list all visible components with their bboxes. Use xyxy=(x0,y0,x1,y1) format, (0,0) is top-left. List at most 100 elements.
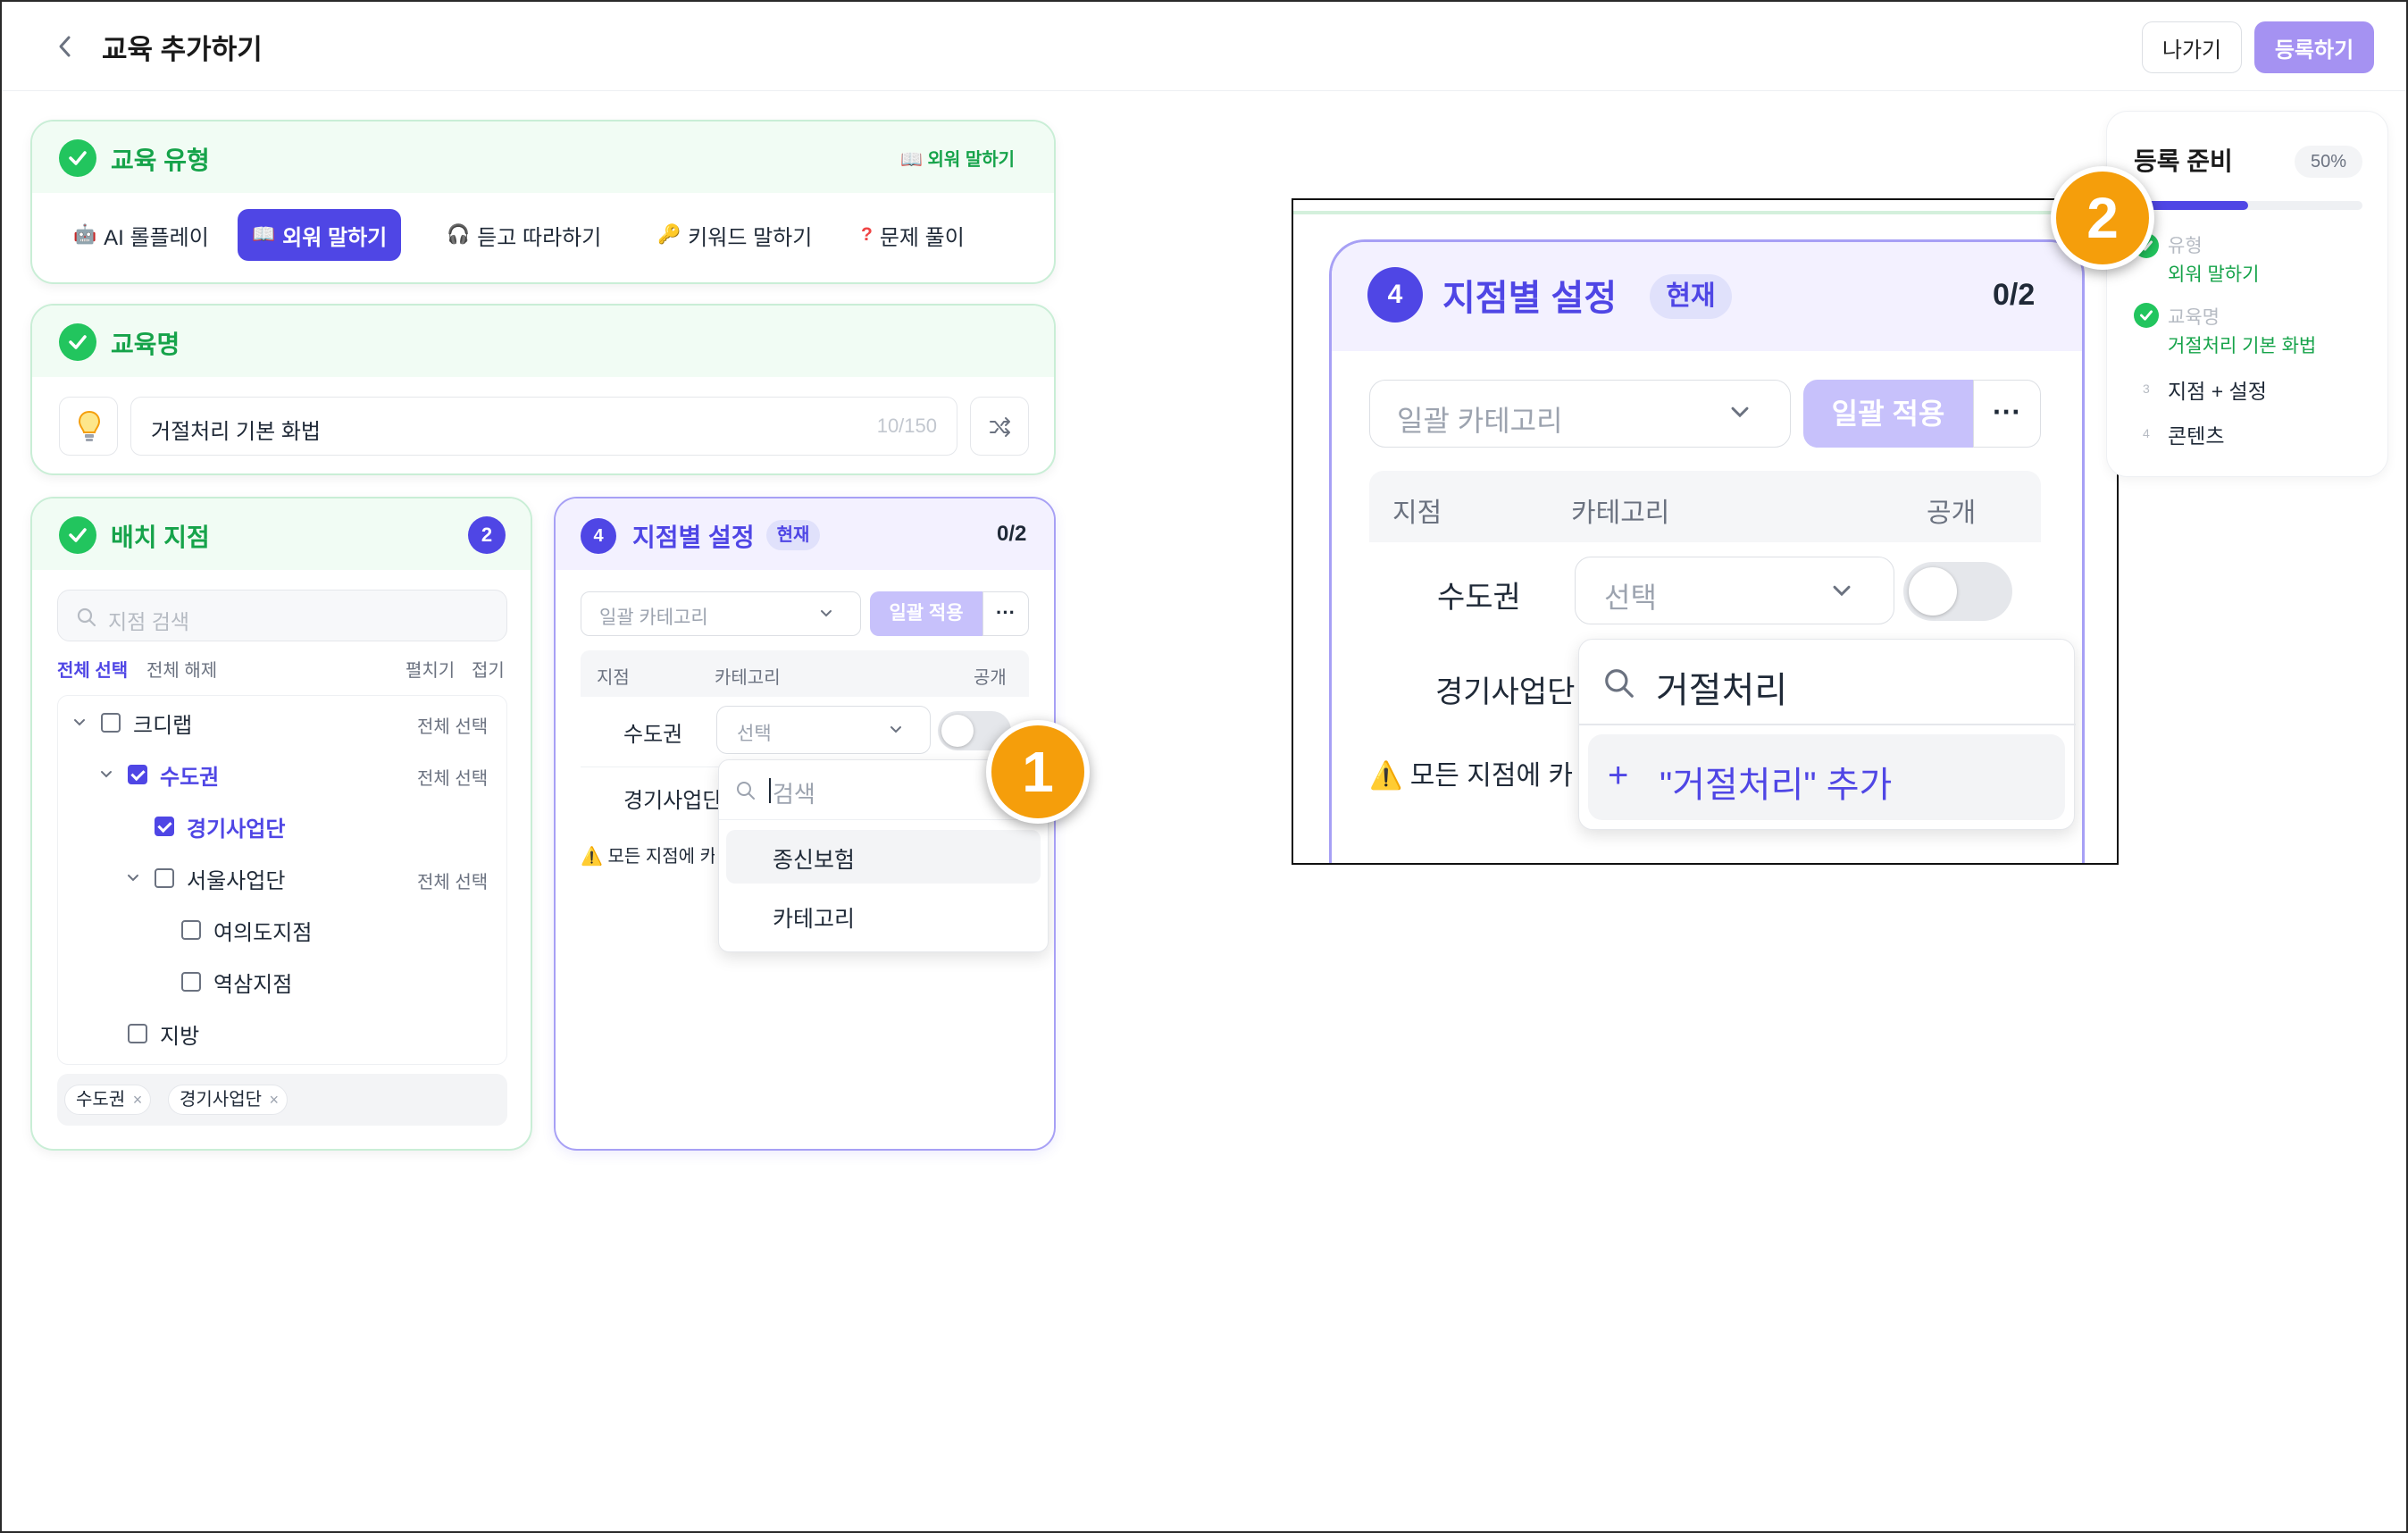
registration-readiness-panel: 등록 준비 50% 유형 외워 말하기 교육명 거절처리 기본 화법 3 지점 … xyxy=(2106,111,2388,477)
dropdown-option[interactable]: 종신보험 xyxy=(773,842,855,875)
question-icon: ? xyxy=(861,224,873,245)
step-number: 4 xyxy=(581,518,616,554)
readiness-progress-bar xyxy=(2134,201,2362,210)
tree-node-seoul[interactable]: 서울사업단 xyxy=(155,860,285,896)
lightbulb-icon xyxy=(78,410,101,441)
plus-icon: + xyxy=(1608,756,1629,795)
tab-quiz[interactable]: ? 문제 풀이 xyxy=(847,209,979,261)
collapse-link[interactable]: 접기 xyxy=(472,656,505,682)
step-branch-label: 지점 + 설정 xyxy=(2168,380,2267,403)
selected-chips: 수도권 × 경기사업단 × xyxy=(57,1074,507,1126)
shuffle-icon xyxy=(990,417,1010,437)
search-placeholder: 지점 검색 xyxy=(108,610,190,633)
step-number: 4 xyxy=(1367,267,1423,323)
category-select[interactable]: 선택 xyxy=(716,706,931,754)
expand-link[interactable]: 펼치기 xyxy=(406,656,455,682)
deselect-all-link[interactable]: 전체 해제 xyxy=(146,656,217,682)
tree-node-gyeonggi[interactable]: 경기사업단 xyxy=(155,808,285,844)
tree-node-yeouido[interactable]: 여의도지점 xyxy=(181,912,312,948)
selected-type-tag: 📖 외워 말하기 xyxy=(900,150,1016,170)
close-icon[interactable]: × xyxy=(133,1085,143,1114)
headphones-icon: 🎧 xyxy=(447,224,471,245)
dropdown-option[interactable]: 카테고리 xyxy=(773,901,855,934)
chevron-down-icon[interactable] xyxy=(124,869,142,887)
tree-node-kdilab[interactable]: 크디랩 xyxy=(101,705,192,741)
tab-listen-repeat[interactable]: 🎧 듣고 따라하기 xyxy=(432,209,615,261)
tab-keyword-speak[interactable]: 🔑 키워드 말하기 xyxy=(643,209,826,261)
tree-node-yeoksam[interactable]: 역삼지점 xyxy=(181,964,292,1000)
bulk-category-select[interactable]: 일괄 카테고리 xyxy=(1369,380,1791,448)
dropdown-search-input[interactable]: 거절처리 xyxy=(1656,661,1787,713)
settings-table-header: 지점 카테고리 공개 xyxy=(581,650,1029,697)
toggle-knob xyxy=(1909,567,1957,616)
public-toggle[interactable] xyxy=(1903,562,2012,621)
tab-memorize-speak[interactable]: 📖 외워 말하기 xyxy=(238,209,402,261)
row-branch-name: 수도권 xyxy=(623,723,683,747)
chevron-down-icon[interactable] xyxy=(71,714,88,732)
edu-name-card: 교육명 거절처리 기본 화법 10/150 xyxy=(30,304,1056,475)
zoom-settings-title: 지점별 설정 xyxy=(1442,279,1618,318)
chevron-down-icon[interactable] xyxy=(97,766,115,783)
progress-count: 0/2 xyxy=(1993,278,2036,312)
check-icon xyxy=(59,516,96,554)
settings-table-header: 지점 카테고리 공개 xyxy=(1369,471,2041,542)
checkbox[interactable] xyxy=(101,713,121,733)
book-icon: 📖 xyxy=(900,150,928,170)
bulk-category-select[interactable]: 일괄 카테고리 xyxy=(581,591,861,636)
zoom-inset: 4 지점별 설정 현재 0/2 일괄 카테고리 일괄 적용 ··· 지점 카테고… xyxy=(1292,198,2119,865)
shuffle-button[interactable] xyxy=(970,397,1029,456)
row-select-all-link[interactable]: 전체 선택 xyxy=(417,764,488,790)
more-icon[interactable]: ··· xyxy=(982,591,1029,636)
zoom-branch-settings-card: 4 지점별 설정 현재 0/2 일괄 카테고리 일괄 적용 ··· 지점 카테고… xyxy=(1329,239,2085,863)
edu-type-card: 교육 유형 📖 외워 말하기 🤖 AI 롤플레이 📖 외워 말하기 🎧 듣고 따라하기… xyxy=(30,120,1056,284)
tab-ai-roleplay[interactable]: 🤖 AI 롤플레이 xyxy=(59,209,223,261)
divider xyxy=(719,819,1049,820)
bulk-apply-button[interactable]: 일괄 적용 xyxy=(870,591,982,636)
tree-node-regional[interactable]: 지방 xyxy=(128,1016,199,1051)
exit-button[interactable]: 나가기 xyxy=(2142,21,2242,73)
readiness-percent: 50% xyxy=(2295,146,2362,178)
current-badge: 현재 xyxy=(766,520,820,550)
edu-type-title: 교육 유형 xyxy=(111,147,210,174)
edu-type-card-header: 교육 유형 📖 외워 말하기 xyxy=(32,121,1054,193)
step-content-label: 콘텐츠 xyxy=(2168,424,2225,448)
search-icon xyxy=(77,607,96,627)
dropdown-search-input[interactable]: 검색 xyxy=(773,776,815,809)
text-cursor xyxy=(769,778,771,803)
register-button[interactable]: 등록하기 xyxy=(2254,21,2374,73)
checkbox[interactable] xyxy=(181,972,201,992)
char-counter: 10/150 xyxy=(876,415,937,437)
branches-card-header: 배치 지점 2 xyxy=(32,498,531,570)
add-option-row[interactable]: + "거절처리" 추가 xyxy=(1588,734,2065,820)
step-name-label: 교육명 xyxy=(2168,307,2220,328)
select-all-link[interactable]: 전체 선택 xyxy=(57,656,128,682)
checkbox-checked[interactable] xyxy=(155,817,174,836)
chevron-left-icon[interactable] xyxy=(52,29,79,64)
inset-top-edge xyxy=(1293,211,2117,214)
checkbox[interactable] xyxy=(155,868,174,888)
checkbox[interactable] xyxy=(181,920,201,940)
tree-node-sudogwon[interactable]: 수도권 xyxy=(128,757,219,792)
edu-name-card-header: 교육명 xyxy=(32,306,1054,377)
row-branch-name: 경기사업단 xyxy=(623,789,723,813)
close-icon[interactable]: × xyxy=(269,1085,279,1114)
checkbox-checked[interactable] xyxy=(128,765,147,784)
chip-gyeonggi: 경기사업단 × xyxy=(168,1085,288,1115)
chevron-down-icon xyxy=(1833,585,1851,597)
warning-icon: ⚠️ xyxy=(581,847,603,867)
chevron-down-icon xyxy=(1731,406,1749,418)
step-name-value: 거절처리 기본 화법 xyxy=(2168,336,2317,356)
warning-icon: ⚠️ xyxy=(1369,761,1403,791)
row-select-all-link[interactable]: 전체 선택 xyxy=(417,867,488,893)
suggest-button[interactable] xyxy=(59,397,118,456)
book-icon: 📖 xyxy=(252,224,276,245)
checkbox[interactable] xyxy=(128,1024,147,1043)
edu-name-input[interactable]: 거절처리 기본 화법 10/150 xyxy=(130,397,957,456)
bulk-apply-button[interactable]: 일괄 적용 xyxy=(1803,380,1973,448)
branch-search-input[interactable]: 지점 검색 xyxy=(57,590,507,641)
category-select[interactable]: 선택 xyxy=(1575,557,1894,624)
more-icon[interactable]: ··· xyxy=(1973,380,2041,448)
row-select-all-link[interactable]: 전체 선택 xyxy=(417,712,488,738)
check-icon xyxy=(59,323,96,361)
branches-card: 배치 지점 2 지점 검색 전체 선택 전체 해제 펼치기 접기 크디랩 전체 … xyxy=(30,497,532,1151)
